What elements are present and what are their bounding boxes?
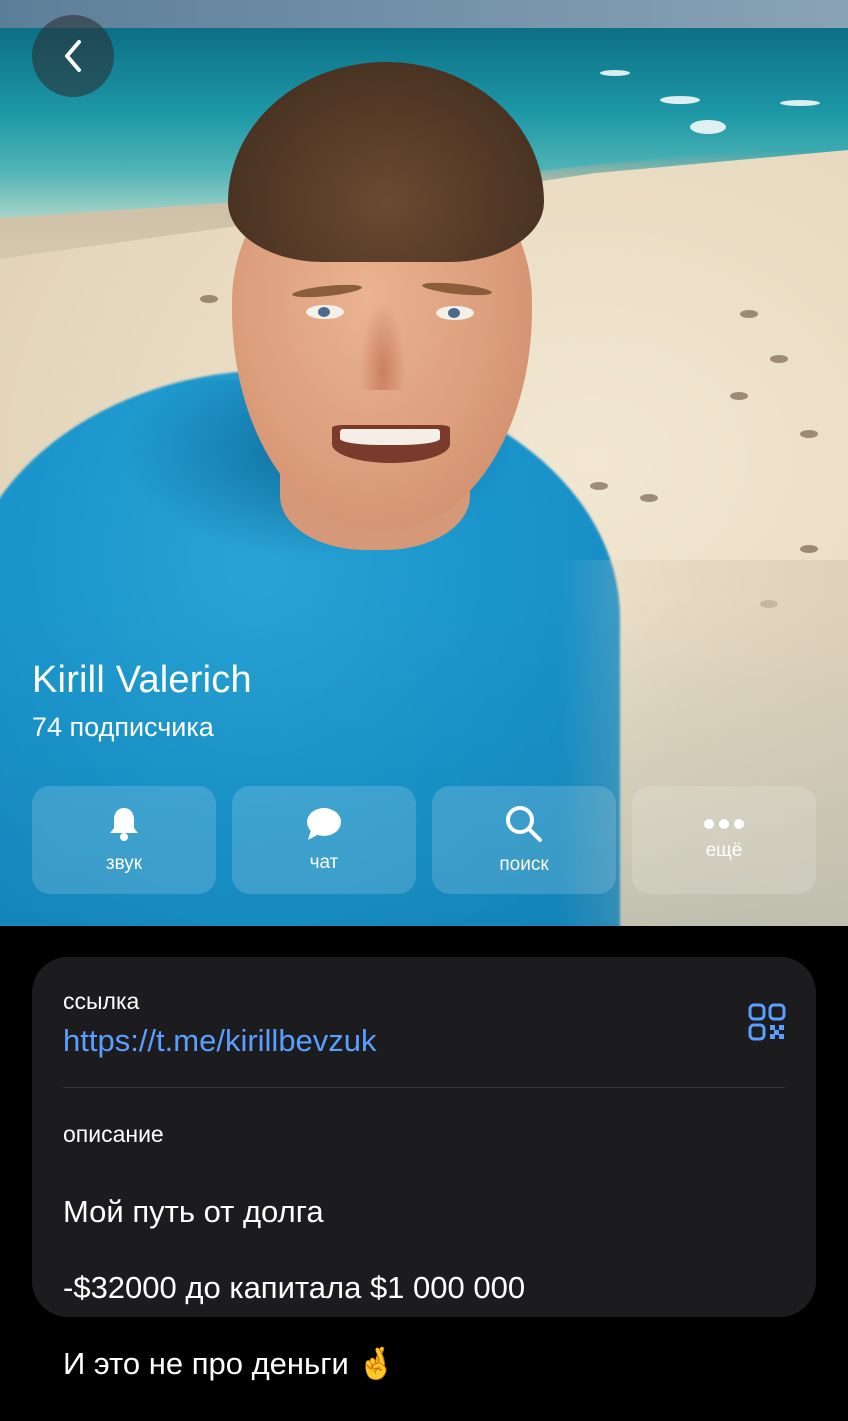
wave-foam bbox=[690, 120, 726, 134]
channel-info-card: ссылка https://t.me/kirillbevzuk описани… bbox=[32, 957, 816, 1381]
action-bar: звук чат поиск ещё bbox=[32, 786, 816, 894]
bell-icon bbox=[110, 808, 138, 841]
description-line: -$32000 до капитала $1 000 000 bbox=[63, 1270, 526, 1305]
footprint bbox=[800, 430, 818, 438]
search-icon bbox=[506, 806, 542, 842]
footprint bbox=[640, 494, 658, 502]
chevron-left-icon bbox=[65, 40, 81, 72]
link-label: ссылка bbox=[63, 988, 140, 1014]
search-label: поиск bbox=[499, 854, 549, 875]
sky bbox=[0, 0, 848, 30]
wave-foam bbox=[600, 70, 630, 76]
footprint bbox=[740, 310, 758, 318]
chat-bubble-icon bbox=[307, 808, 341, 840]
footprint bbox=[770, 355, 788, 363]
chat-button[interactable]: чат bbox=[232, 786, 416, 894]
sound-label: звук bbox=[105, 853, 143, 874]
wave-foam bbox=[780, 100, 820, 106]
footprint bbox=[730, 392, 748, 400]
description-line: Мой путь от долга bbox=[63, 1194, 324, 1229]
subscriber-count: 74 подписчика bbox=[32, 712, 214, 742]
channel-link[interactable]: https://t.me/kirillbevzuk bbox=[63, 1023, 377, 1059]
more-label: ещё bbox=[705, 840, 743, 861]
profile-header-photo: Kirill Valerich 74 подписчика звук чат п… bbox=[0, 0, 848, 926]
footprint bbox=[800, 545, 818, 553]
back-button[interactable] bbox=[32, 15, 114, 97]
description-label: описание bbox=[63, 1121, 164, 1147]
footprint bbox=[590, 482, 608, 490]
more-dots-icon bbox=[704, 819, 744, 829]
qr-code-icon[interactable] bbox=[748, 1003, 786, 1041]
divider bbox=[63, 1087, 785, 1088]
wave-foam bbox=[660, 96, 700, 104]
profile-name: Kirill Valerich bbox=[32, 659, 252, 701]
nose bbox=[360, 300, 406, 390]
footprint bbox=[200, 295, 218, 303]
eye bbox=[306, 305, 344, 319]
mouth bbox=[332, 425, 450, 463]
sound-button[interactable]: звук bbox=[32, 786, 216, 894]
chat-label: чат bbox=[309, 852, 339, 873]
description-line: И это не про деньги 🤞 bbox=[63, 1346, 397, 1381]
channel-description: Мой путь от долга -$32000 до капитала $1… bbox=[63, 1155, 525, 1421]
search-button[interactable]: поиск bbox=[432, 786, 616, 894]
more-button[interactable]: ещё bbox=[632, 786, 816, 894]
eye bbox=[436, 306, 474, 320]
